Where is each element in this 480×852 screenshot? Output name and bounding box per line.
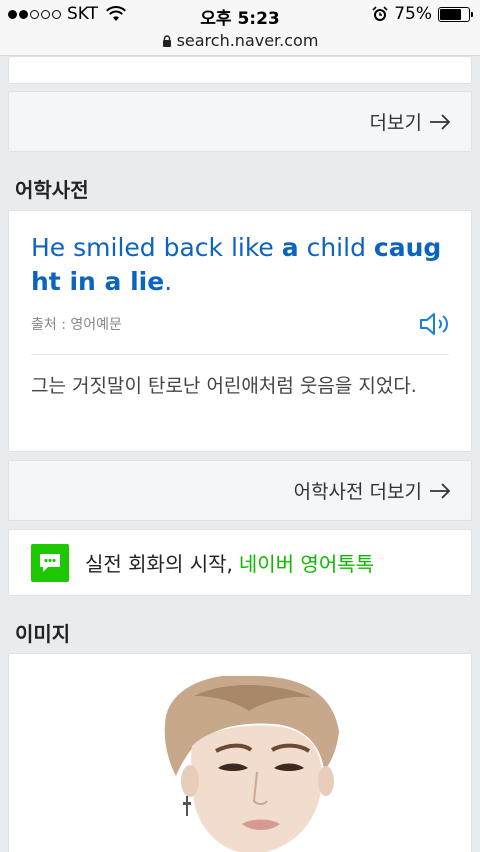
english-talk-banner[interactable]: 실전 회화의 시작, 네이버 영어톡톡 — [8, 529, 472, 596]
sentence-part: child — [298, 233, 374, 262]
speaker-icon[interactable] — [419, 311, 451, 337]
example-source: 출처 : 영어예문 — [31, 317, 122, 333]
talk-banner-text: 실전 회화의 시작, — [85, 552, 233, 576]
example-sentence[interactable]: He smiled back like a child caught in a … — [31, 231, 451, 299]
sentence-part: a — [281, 233, 299, 262]
url-domain: search.naver.com — [176, 31, 319, 50]
arrow-right-icon — [430, 113, 451, 130]
url-bar[interactable]: search.naver.com — [0, 31, 480, 50]
image-section-title: 이미지 — [15, 622, 71, 646]
divider — [31, 354, 449, 355]
battery-percent: 75% — [394, 4, 432, 24]
battery-fill — [440, 8, 461, 20]
arrow-right-icon — [430, 482, 451, 499]
browser-top-bar: SKT 오후 5:23 75% search.naver.com — [0, 0, 480, 56]
status-bar: SKT 오후 5:23 75% — [0, 4, 480, 29]
sentence-part: He smiled back like — [31, 233, 282, 262]
more-label: 더보기 — [369, 112, 422, 134]
chat-bubble-icon — [31, 543, 69, 582]
image-result-card[interactable] — [8, 653, 472, 852]
status-right: 75% — [372, 4, 473, 24]
dictionary-more-button[interactable]: 어학사전 더보기 — [8, 460, 472, 521]
more-button[interactable]: 더보기 — [8, 91, 472, 152]
portrait-photo[interactable] — [154, 676, 344, 852]
battery-icon — [438, 6, 473, 22]
alarm-icon — [372, 6, 388, 21]
dictionary-section-title: 어학사전 — [15, 178, 89, 202]
dictionary-card: He smiled back like a child caught in a … — [8, 210, 472, 452]
korean-meaning: 그는 거짓말이 탄로난 어린애처럼 웃음을 지었다. — [31, 375, 417, 397]
lock-icon — [162, 35, 171, 47]
talk-banner-link[interactable]: 네이버 영어톡톡 — [239, 548, 374, 577]
dictionary-more-label: 어학사전 더보기 — [293, 481, 422, 503]
sentence-part: . — [164, 267, 173, 296]
previous-result-card — [8, 56, 472, 84]
